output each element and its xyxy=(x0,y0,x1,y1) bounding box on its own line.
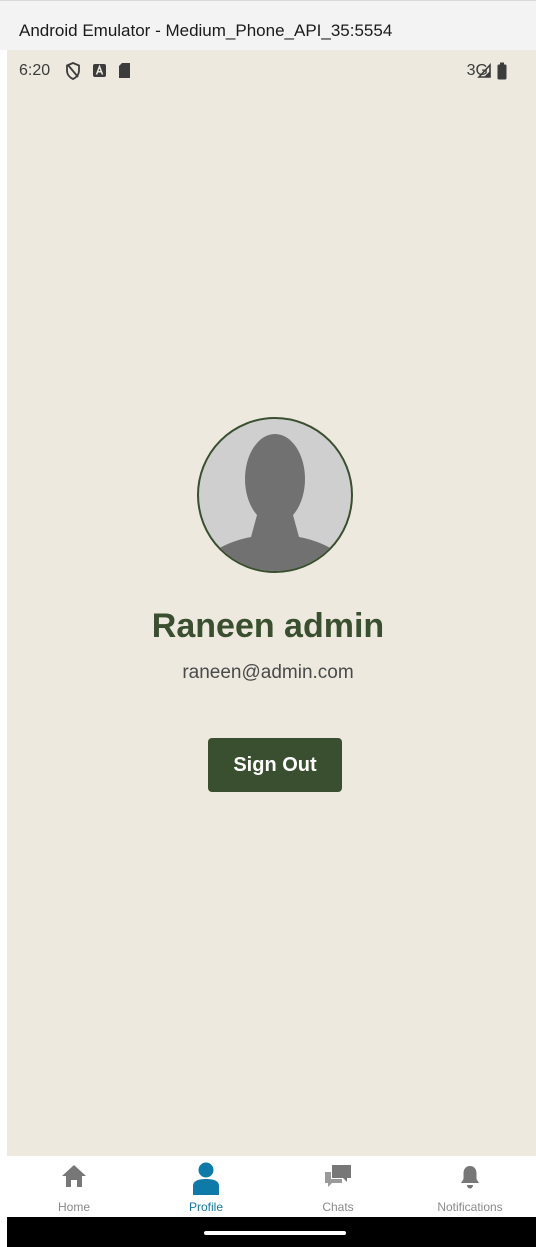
phone-screen: 6:20 3G Raneen admin raneen@admin.com Si… xyxy=(7,50,536,1247)
person-silhouette-icon xyxy=(199,434,351,571)
nav-notifications-label: Notifications xyxy=(437,1200,503,1214)
window-title: Android Emulator - Medium_Phone_API_35:5… xyxy=(19,21,393,40)
profile-name: Raneen admin xyxy=(151,607,385,645)
chat-bubbles-icon xyxy=(323,1164,353,1195)
nav-chats-label: Chats xyxy=(322,1200,354,1214)
system-navigation-bar xyxy=(7,1217,536,1247)
sign-out-button[interactable]: Sign Out xyxy=(208,738,342,792)
app-a-icon xyxy=(92,62,107,84)
shield-icon xyxy=(65,62,81,85)
emulator-title-bar: Android Emulator - Medium_Phone_API_35:5… xyxy=(0,0,536,50)
sd-card-icon xyxy=(118,62,131,84)
person-icon xyxy=(191,1162,221,1201)
bell-icon xyxy=(459,1164,481,1195)
status-time: 6:20 xyxy=(19,62,51,79)
profile-email: raneen@admin.com xyxy=(182,662,354,683)
nav-notifications[interactable]: Notifications xyxy=(404,1156,536,1217)
nav-home[interactable]: Home xyxy=(8,1156,140,1217)
nav-home-label: Home xyxy=(57,1200,90,1214)
home-icon xyxy=(61,1164,87,1193)
battery-icon xyxy=(497,62,507,85)
signal-icon xyxy=(477,62,492,84)
nav-profile[interactable]: Profile xyxy=(140,1156,272,1217)
nav-profile-label: Profile xyxy=(188,1200,223,1214)
nav-chats[interactable]: Chats xyxy=(272,1156,404,1217)
home-gesture-handle[interactable] xyxy=(204,1231,346,1235)
bottom-navigation: Home Profile Chats Notifications xyxy=(7,1156,536,1217)
profile-avatar xyxy=(197,417,353,573)
status-bar: 6:20 3G xyxy=(7,50,536,90)
